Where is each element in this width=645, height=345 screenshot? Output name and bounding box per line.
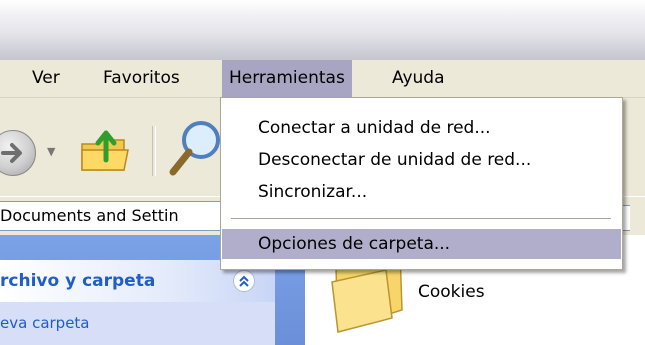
menu-favoritos[interactable]: Favoritos (103, 60, 180, 97)
double-chevron-up-icon (239, 275, 249, 287)
forward-dropdown-icon[interactable]: ▼ (47, 145, 55, 158)
new-folder-link[interactable]: eva carpeta (0, 314, 90, 332)
task-panel-title: rchivo y carpeta (0, 271, 156, 291)
search-icon (169, 121, 220, 176)
up-folder-button[interactable] (78, 126, 134, 181)
task-panel-body: eva carpeta (0, 302, 275, 345)
search-button[interactable] (165, 118, 225, 183)
folder-label: Cookies (418, 282, 485, 302)
arrow-right-icon (1, 143, 22, 163)
address-input[interactable]: Documents and Settin (0, 201, 231, 231)
tools-dropdown-menu: Conectar a unidad de red... Desconectar … (220, 97, 623, 270)
menu-item-connect-network-drive[interactable]: Conectar a unidad de red... (222, 113, 621, 143)
menu-ver[interactable]: Ver (32, 60, 60, 97)
menu-herramientas[interactable]: Herramientas (222, 60, 352, 97)
collapse-button[interactable] (233, 270, 255, 292)
menu-item-folder-options[interactable]: Opciones de carpeta... (222, 229, 621, 259)
toolbar-separator (152, 126, 156, 176)
title-bar (0, 0, 645, 60)
menu-bar: Ver Favoritos Herramientas Ayuda (0, 60, 645, 98)
menu-separator (231, 218, 611, 219)
menu-ayuda[interactable]: Ayuda (392, 60, 445, 97)
menu-item-disconnect-network-drive[interactable]: Desconectar de unidad de red... (222, 145, 621, 175)
menu-item-synchronize[interactable]: Sincronizar... (222, 177, 621, 207)
up-folder-icon (81, 130, 129, 171)
